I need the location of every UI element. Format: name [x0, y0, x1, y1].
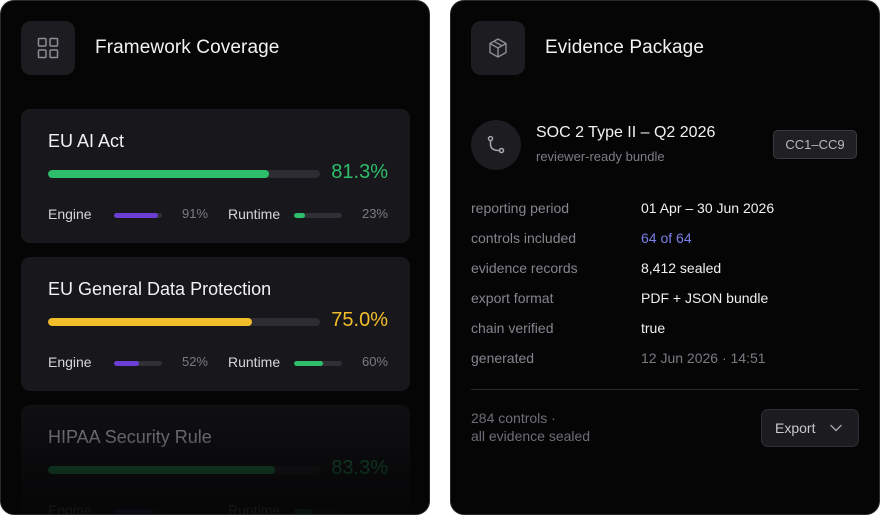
runtime-label: Runtime [228, 354, 281, 370]
coverage-progress-fill [48, 170, 270, 178]
coverage-percent: 75.0% [331, 309, 388, 331]
detail-value: 64 of 64 [641, 230, 692, 246]
coverage-progress-bar [48, 170, 320, 178]
engine-progress-bar [114, 361, 162, 366]
coverage-progress-bar [48, 466, 320, 474]
engine-progress-fill [114, 509, 153, 514]
runtime-progress-fill [294, 361, 323, 366]
detail-label: controls included [471, 230, 577, 246]
framework-card[interactable]: EU General Data Protection 75.0% Engine … [21, 257, 410, 391]
detail-label: export format [471, 290, 554, 306]
engine-label: Engine [48, 502, 92, 515]
coverage-progress-bar [48, 318, 320, 326]
engine-value: 52% [181, 354, 208, 369]
package-icon [471, 21, 525, 75]
panel-title: Framework Coverage [95, 37, 280, 58]
runtime-progress-bar [294, 213, 342, 218]
engine-progress-fill [114, 213, 158, 218]
panel-title: Evidence Package [545, 37, 704, 58]
coverage-percent: 83.3% [331, 457, 388, 479]
git-branch-icon [471, 120, 521, 170]
export-button[interactable]: Export [761, 409, 859, 447]
detail-label: evidence records [471, 260, 578, 276]
grid-icon [21, 21, 75, 75]
detail-label: chain verified [471, 320, 554, 336]
runtime-value: 23% [361, 206, 388, 221]
evidence-package-header: Evidence Package [471, 21, 704, 75]
footer-summary-line2: all evidence sealed [471, 428, 591, 444]
runtime-progress-fill [294, 213, 306, 218]
runtime-label: Runtime [228, 206, 281, 222]
runtime-value: 60% [361, 354, 388, 369]
coverage-percent: 81.3% [331, 161, 388, 183]
detail-label: generated [471, 350, 535, 366]
detail-value: 01 Apr – 30 Jun 2026 [641, 200, 775, 216]
coverage-progress-fill [48, 466, 275, 474]
evidence-package-panel: Evidence Package SOC 2 Type II – Q2 2026… [450, 0, 880, 515]
engine-progress-bar [114, 509, 162, 514]
detail-value: 8,412 sealed [641, 260, 722, 276]
detail-label: reporting period [471, 200, 570, 216]
coverage-progress-fill [48, 318, 252, 326]
footer-summary: 284 controls · all evidence sealed [471, 409, 590, 445]
divider [471, 389, 859, 390]
framework-name: HIPAA Security Rule [48, 427, 212, 447]
runtime-label: Runtime [228, 502, 281, 515]
chevron-down-icon [830, 424, 843, 432]
engine-label: Engine [48, 206, 92, 222]
runtime-progress-bar [294, 361, 342, 366]
framework-name: EU AI Act [48, 131, 125, 151]
detail-value: 12 Jun 2026 · 14:51 [641, 350, 766, 366]
footer-summary-line1: 284 controls · [471, 410, 556, 426]
engine-value: 91% [181, 206, 208, 221]
framework-coverage-panel: Framework Coverage EU AI Act 81.3% Engin… [0, 0, 430, 515]
package-subtitle: reviewer-ready bundle [536, 149, 665, 164]
detail-value: true [641, 320, 666, 336]
framework-name: EU General Data Protection [48, 279, 272, 299]
framework-card[interactable]: HIPAA Security Rule 83.3% Engine Runtime [21, 405, 410, 515]
controls-range-badge: CC1–CC9 [773, 130, 857, 159]
framework-card[interactable]: EU AI Act 81.3% Engine 91% Runtime 23% [21, 109, 410, 243]
runtime-progress-bar [294, 509, 342, 514]
engine-progress-bar [114, 213, 162, 218]
detail-value: PDF + JSON bundle [641, 290, 769, 306]
runtime-progress-fill [294, 509, 314, 514]
package-name: SOC 2 Type II – Q2 2026 [536, 124, 716, 141]
framework-coverage-header: Framework Coverage [21, 21, 279, 75]
engine-label: Engine [48, 354, 92, 370]
engine-progress-fill [114, 361, 139, 366]
export-button-label: Export [775, 420, 816, 436]
